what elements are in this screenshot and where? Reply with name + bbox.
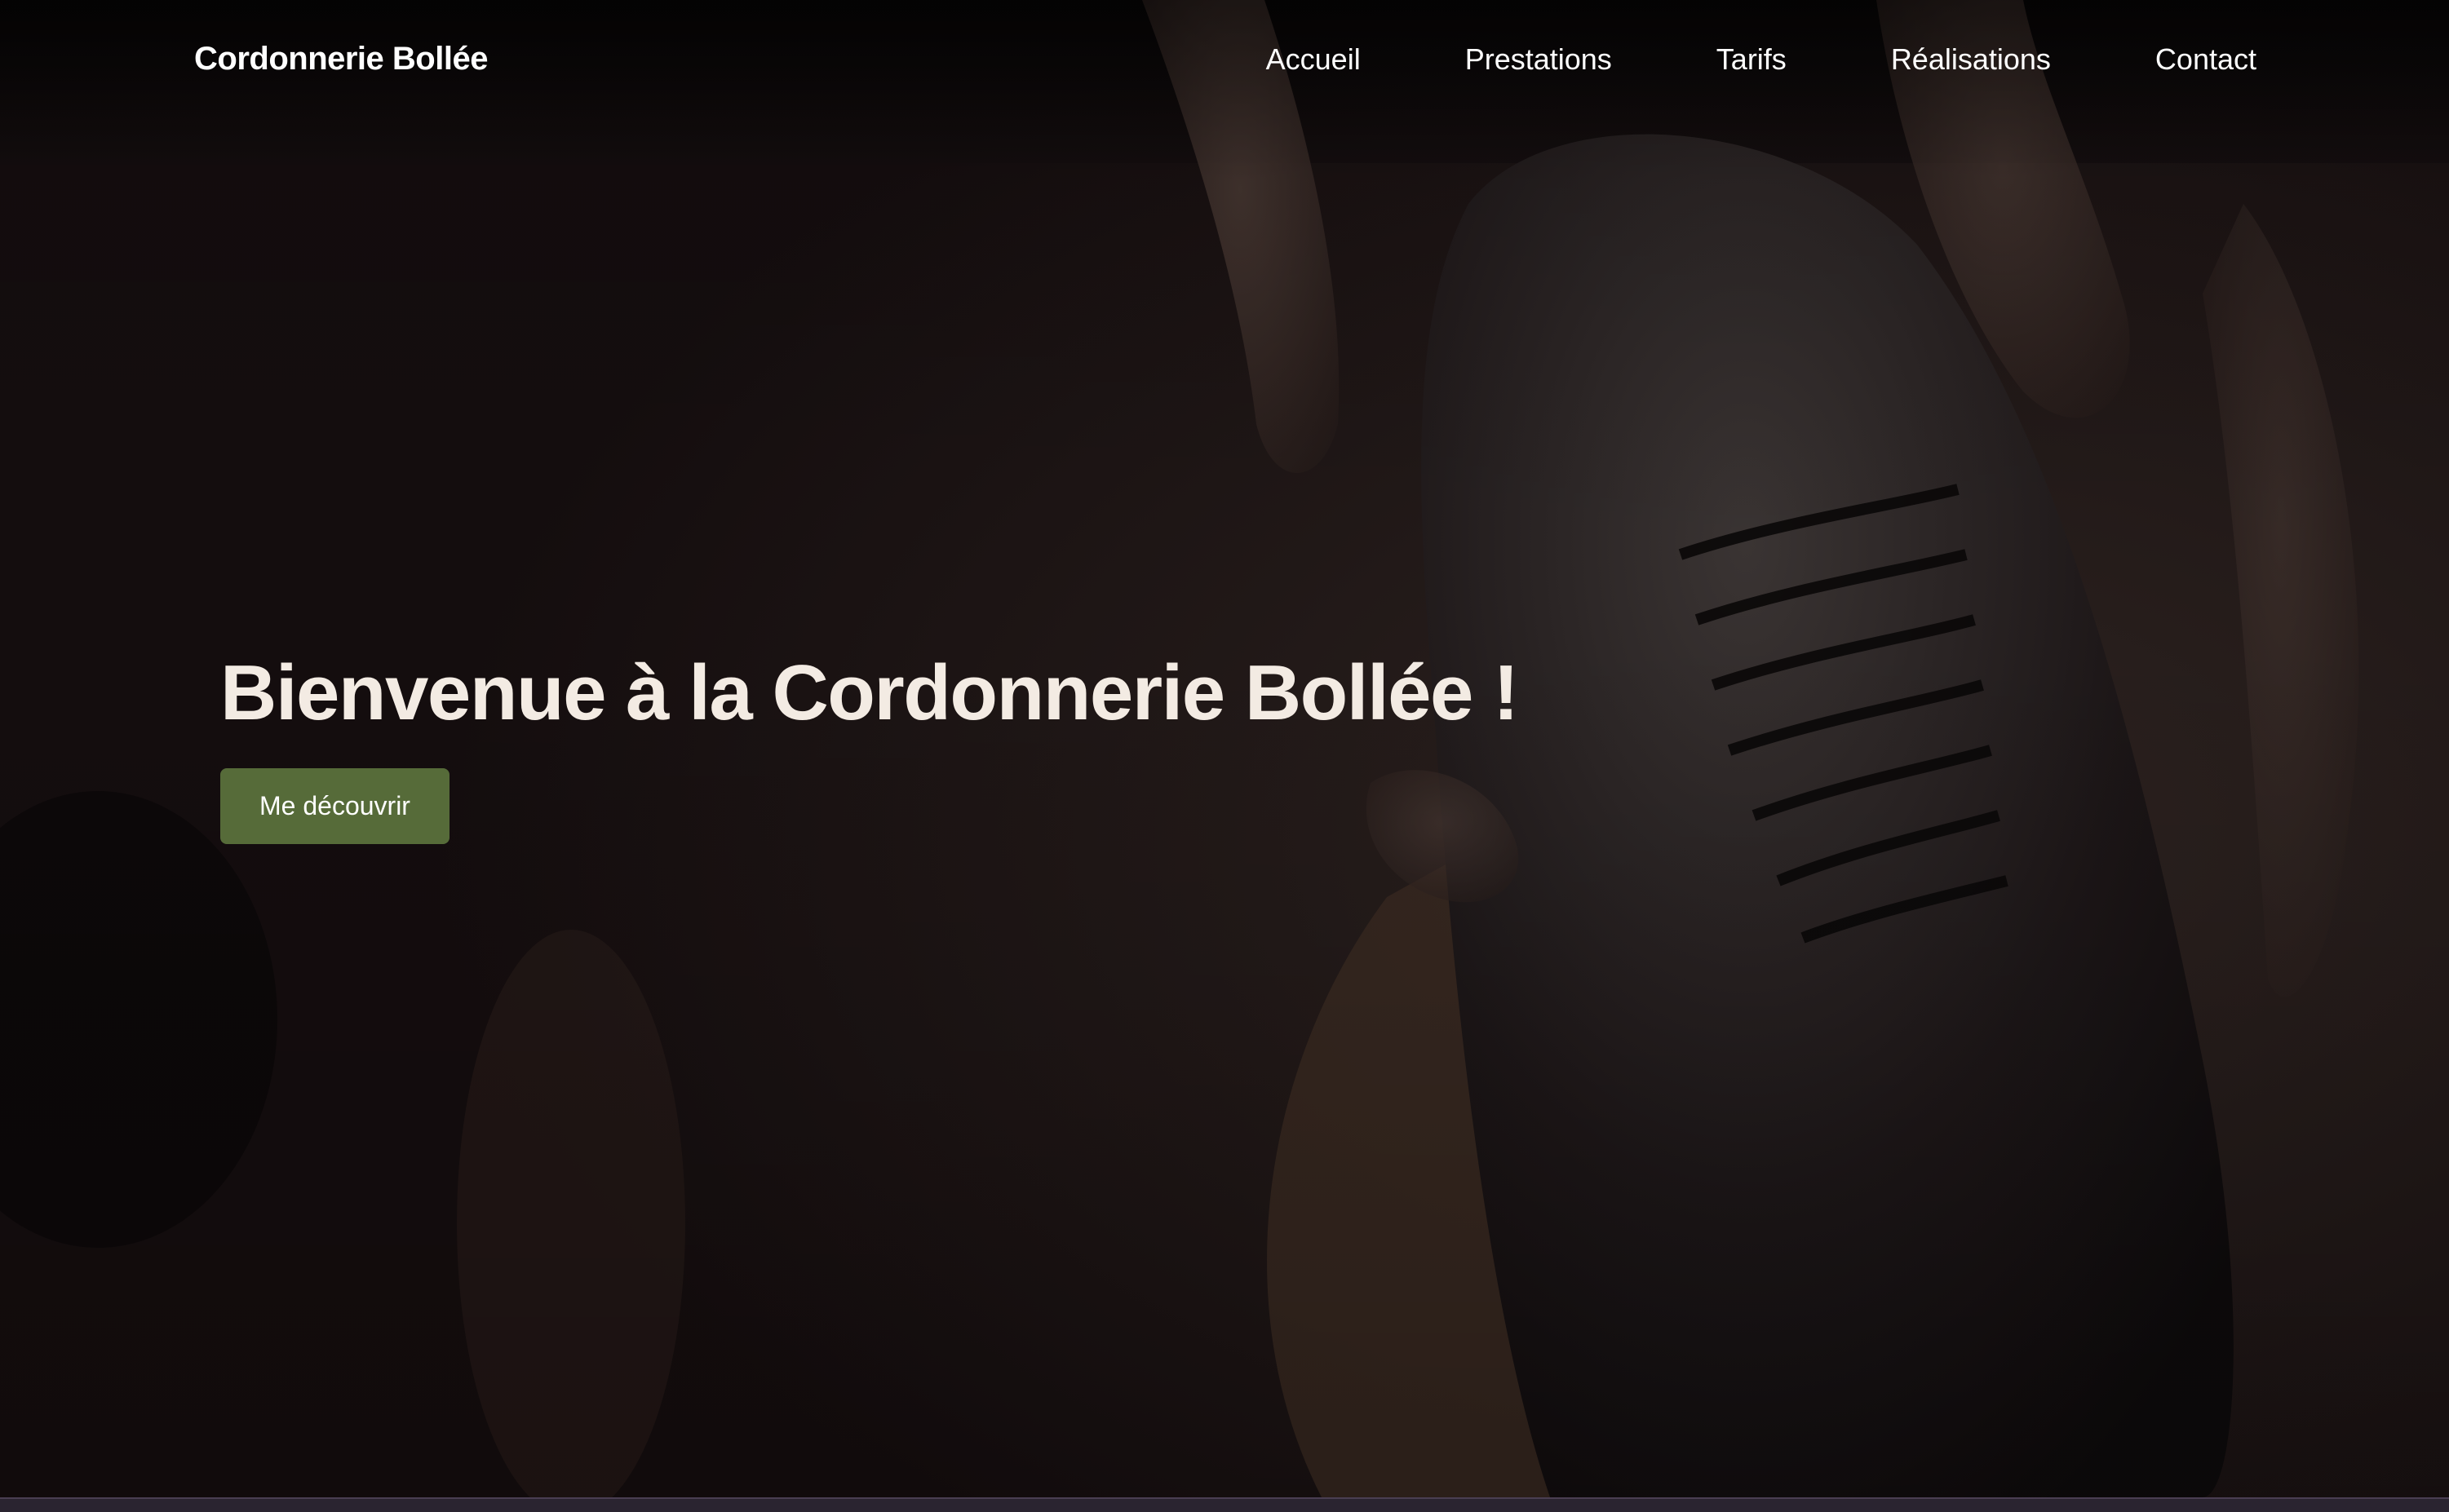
nav-link-realisations[interactable]: Réalisations — [1891, 42, 2051, 77]
nav-link-accueil[interactable]: Accueil — [1266, 42, 1361, 77]
hero-section: Cordonnerie Bollée Accueil Prestations T… — [0, 0, 2449, 1497]
nav-link-tarifs[interactable]: Tarifs — [1716, 42, 1787, 77]
brand-logo-text[interactable]: Cordonnerie Bollée — [194, 41, 488, 77]
nav-link-prestations[interactable]: Prestations — [1465, 42, 1612, 77]
hero-content: Bienvenue à la Cordonnerie Bollée ! Me d… — [220, 644, 1519, 844]
discover-button[interactable]: Me découvrir — [220, 768, 450, 844]
bottom-edge-strip — [0, 1497, 2449, 1512]
nav-link-contact[interactable]: Contact — [2155, 42, 2256, 77]
hero-title: Bienvenue à la Cordonnerie Bollée ! — [220, 649, 1519, 736]
nav-links: Accueil Prestations Tarifs Réalisations … — [1266, 42, 2256, 77]
top-navbar: Cordonnerie Bollée Accueil Prestations T… — [0, 0, 2449, 127]
